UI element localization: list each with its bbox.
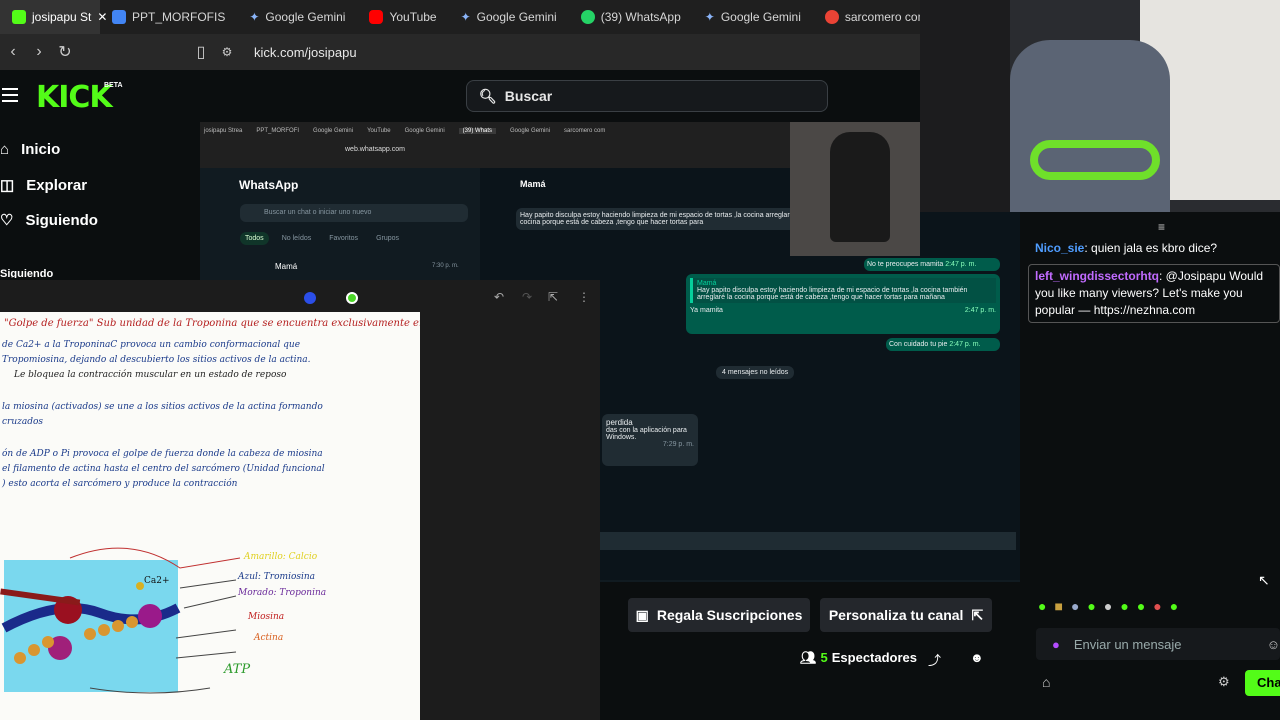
bookmark-icon[interactable]: ▯ (188, 42, 214, 62)
youtube-icon (369, 10, 384, 24)
customize-channel-button[interactable]: Personaliza tu canal ⇱ (820, 598, 992, 632)
hoodie (1010, 40, 1170, 212)
whatsapp-sidebar: WhatsApp Buscar un chat o iniciar uno nu… (200, 168, 480, 278)
whatsapp-icon (580, 10, 595, 24)
emote-bar: ● ■ ● ● ● ● ● ● ● (1038, 598, 1178, 614)
sidebar-item-inicio[interactable]: ⌂ Inicio (0, 141, 60, 158)
tab-ppt[interactable]: PPT_MORFOFIS (100, 0, 237, 34)
home-icon: ⌂ (0, 141, 10, 158)
search-input[interactable]: 🔍︎ Buscar (466, 80, 828, 112)
docs-icon (112, 10, 126, 24)
gemini-icon: ✦ (249, 10, 260, 24)
emote-icon[interactable]: ● (1153, 598, 1161, 614)
color-blue[interactable] (304, 292, 316, 304)
gaming-chair (830, 132, 890, 242)
tab-josipapu[interactable]: josipapu St ✕ (0, 0, 107, 34)
emote-icon[interactable]: ● (1104, 598, 1112, 614)
browser-tab-bar: josipapu St ✕ PPT_MORFOFIS ✦ Google Gemin… (0, 0, 920, 34)
bubble-out: Con cuidado tu pie 2:47 p. m. (886, 338, 1000, 351)
emote-icon[interactable]: ● (1170, 598, 1178, 614)
tab-gemini[interactable]: ✦ Google Gemini (237, 0, 357, 34)
emoji-icon[interactable]: ☺ (1267, 637, 1280, 652)
more-icon[interactable]: ⋮ (578, 290, 590, 304)
reload-icon[interactable]: ↻ (52, 42, 78, 62)
color-green[interactable] (346, 292, 358, 304)
chat-send-button[interactable]: Cha (1245, 670, 1280, 696)
gift-icon: ▣ (635, 606, 649, 623)
compass-icon: ◫ (0, 177, 15, 194)
heart-icon: ♡ (0, 212, 14, 229)
whatsapp-search: Buscar un chat o iniciar uno nuevo (240, 204, 468, 222)
back-icon[interactable]: ‹ (0, 43, 26, 61)
tab-gemini[interactable]: ✦ Google Gemini (449, 0, 569, 34)
kick-logo[interactable]: KICK (36, 80, 113, 115)
bubble-out: No te preocupes mamita 2:47 p. m. (864, 258, 1000, 271)
store-icon[interactable]: ⌂ (1042, 674, 1050, 690)
tab-youtube[interactable]: YouTube (357, 0, 448, 34)
gemini-icon: ✦ (460, 10, 471, 24)
external-link-icon: ⇱ (971, 606, 984, 623)
gear-icon[interactable]: ⚙ (1218, 674, 1230, 690)
share-icon[interactable]: ⤴ (928, 650, 941, 669)
search-icon: 🔍︎ (479, 87, 497, 104)
users-icon: 👥︎ (800, 650, 817, 665)
sidebar-item-siguiendo[interactable]: ♡ Siguiendo (0, 211, 98, 230)
gemini-icon: ✦ (704, 10, 715, 24)
message-composer (600, 532, 1016, 550)
handwritten-notes: "Golpe de fuerza" Sub unidad de la Tropo… (0, 312, 420, 720)
chat-input[interactable]: ● Enviar un mensaje ☺ (1036, 628, 1280, 660)
webcam-overlay (790, 122, 920, 256)
emote-icon[interactable]: ● (1137, 598, 1145, 614)
address-bar: ‹ › ↻ ▯ ⚙ kick.com/josipapu (0, 34, 920, 70)
menu-icon[interactable] (2, 88, 18, 102)
sarcomere-diagram (0, 547, 241, 694)
undo-icon[interactable]: ↶ (494, 290, 504, 304)
beta-badge: BETA (104, 82, 123, 89)
sidebar-item-explorar[interactable]: ◫ Explorar (0, 176, 87, 195)
emote-icon[interactable]: ■ (1054, 598, 1062, 614)
kick-icon (12, 10, 26, 24)
tab-sarcomero[interactable]: sarcomero com (813, 0, 920, 34)
pinned-icon[interactable]: ≡ (1158, 220, 1165, 234)
headset (1030, 140, 1160, 180)
streamer-webcam (920, 0, 1280, 212)
emote-icon[interactable]: ● (1120, 598, 1128, 614)
sidebar-section-title: Siguiendo (0, 268, 54, 278)
emote-icon[interactable]: ● (1087, 598, 1095, 614)
tab-gemini[interactable]: ✦ Google Gemini (693, 0, 813, 34)
follow-icon[interactable]: ☻ (970, 650, 984, 665)
bubble-out-quote: Mamá Hay papito disculpa estoy haciendo … (686, 274, 1000, 334)
gift-subscriptions-button[interactable]: ▣ Regala Suscripciones (628, 598, 810, 632)
missed-call-bubble: perdida das con la aplicación para Windo… (602, 414, 698, 466)
url-field[interactable]: kick.com/josipapu (254, 45, 357, 60)
chat-message-highlighted: left_wingdissectorhtq: @Josipapu Would y… (1028, 264, 1280, 323)
mouse-cursor: ↖ (1258, 572, 1270, 588)
viewer-count: 👥︎ 5 Espectadores (800, 650, 918, 665)
inner-browser-bar: josipapu Strea PPT_MORFOFI Google Gemini… (200, 122, 790, 168)
forward-icon[interactable]: › (26, 43, 52, 61)
export-icon[interactable]: ⇱ (548, 290, 558, 304)
emote-icon[interactable]: ● (1038, 598, 1046, 614)
site-info-icon[interactable]: ⚙ (214, 45, 240, 59)
google-icon (824, 10, 839, 24)
chat-message: Nico_sie: quien jala es kbro dice? (1035, 241, 1218, 255)
microphone-icon[interactable]: ● (1052, 637, 1060, 652)
redo-icon[interactable]: ↷ (522, 290, 532, 304)
streamer-hair (920, 0, 1010, 212)
tab-whatsapp[interactable]: (39) WhatsApp (569, 0, 693, 34)
emote-icon[interactable]: ● (1071, 598, 1079, 614)
